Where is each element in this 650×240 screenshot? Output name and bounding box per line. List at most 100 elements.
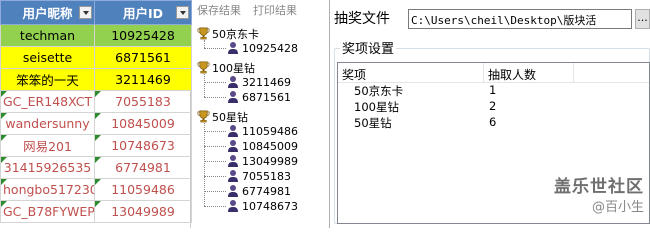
tree-node-label: 10845009	[242, 140, 298, 153]
tree-connector	[204, 161, 226, 162]
sheet-row: seisette 6871561	[0, 46, 192, 69]
tree-node-label: 6871561	[242, 91, 291, 104]
header-label: 用户ID	[122, 6, 164, 21]
tree-connector	[204, 82, 226, 83]
tree-node-label: 50星钻	[212, 111, 248, 124]
tree-node-prize[interactable]: 100星钻	[197, 60, 255, 76]
cell-nickname[interactable]: 31415926535	[0, 156, 95, 179]
prize-row[interactable]: 100星钻 2	[338, 99, 649, 115]
tree-connector	[204, 176, 226, 177]
tree-connector	[204, 191, 226, 192]
user-icon	[227, 169, 239, 182]
header-cell-userid[interactable]: 用户ID	[94, 0, 192, 25]
tree-node-user[interactable]: 10845009	[227, 139, 298, 153]
user-icon	[227, 75, 239, 88]
cell-userid[interactable]: 7055183	[94, 90, 192, 113]
file-path-input[interactable]: C:\Users\cheil\Desktop\版块活	[408, 9, 632, 29]
user-icon	[227, 184, 239, 197]
prize-count: 2	[489, 99, 497, 113]
cell-nickname[interactable]: seisette	[0, 46, 95, 69]
tree-node-label: 10925428	[242, 42, 298, 55]
cell-nickname[interactable]: 网易201	[0, 134, 95, 157]
cell-userid[interactable]: 10748673	[94, 134, 192, 157]
prize-row[interactable]: 50星钻 6	[338, 115, 649, 131]
tree-connector	[204, 146, 226, 147]
header-cell-nickname[interactable]: 用户昵称	[0, 0, 95, 25]
tree-connector	[204, 123, 205, 206]
sheet-row: GC_ER148XCT 7055183	[0, 90, 192, 113]
user-icon	[227, 199, 239, 212]
browse-button[interactable]: ...	[635, 9, 650, 29]
settings-pane: 抽奖文件 C:\Users\cheil\Desktop\版块活 ... 奖项设置…	[330, 0, 650, 228]
user-icon	[227, 139, 239, 152]
cell-userid[interactable]: 10925428	[94, 24, 192, 47]
cell-userid[interactable]: 11059486	[94, 178, 192, 201]
cell-nickname[interactable]: techman	[0, 24, 95, 47]
sheet-row: 网易201 10748673	[0, 134, 192, 157]
cell-userid[interactable]: 6871561	[94, 46, 192, 69]
cell-nickname[interactable]: GC_B78FYWEP	[0, 200, 95, 223]
tree-connector	[204, 97, 226, 98]
prize-count: 6	[489, 115, 497, 129]
cell-userid[interactable]: 3211469	[94, 68, 192, 91]
tree-node-label: 50京东卡	[212, 28, 259, 41]
tree-node-user[interactable]: 6871561	[227, 90, 291, 104]
trophy-icon	[197, 61, 210, 74]
tree-node-user[interactable]: 6774981	[227, 184, 291, 198]
tree-node-user[interactable]: 7055183	[227, 169, 291, 183]
tree-connector	[204, 40, 205, 48]
result-pane: 保存结果 打印结果 50京东卡 10925428 100星钻 3211469 68715…	[191, 0, 330, 228]
sheet-row: hongbo517230 11059486	[0, 178, 192, 201]
tree-node-user[interactable]: 10748673	[227, 199, 298, 213]
user-icon	[227, 41, 239, 54]
tree-connector	[204, 131, 226, 132]
sheet-row: 31415926535 6774981	[0, 156, 192, 179]
cell-nickname[interactable]: hongbo517230	[0, 178, 95, 201]
tree-node-label: 11059486	[242, 125, 298, 138]
prize-list-header: 奖项 抽取人数	[338, 63, 649, 83]
tree-node-user[interactable]: 13049989	[227, 154, 298, 168]
filter-dropdown-icon[interactable]	[79, 6, 92, 19]
cell-nickname[interactable]: 笨笨的一天	[0, 68, 95, 91]
tab-print-result[interactable]: 打印结果	[247, 0, 303, 18]
trophy-icon	[197, 27, 210, 40]
file-label: 抽奖文件	[334, 11, 390, 27]
prize-row[interactable]: 50京东卡 1	[338, 83, 649, 99]
tree-node-label: 10748673	[242, 200, 298, 213]
tree-node-user[interactable]: 11059486	[227, 124, 298, 138]
column-header-count[interactable]: 抽取人数	[484, 63, 574, 82]
prize-name: 100星钻	[354, 100, 399, 114]
column-header-prize[interactable]: 奖项	[338, 63, 484, 82]
tree-connector	[204, 206, 226, 207]
sheet-row: techman 10925428	[0, 24, 192, 47]
sort-filter-icon[interactable]	[176, 6, 189, 19]
watermark-logo: 盖乐世社区	[554, 177, 644, 197]
cell-userid[interactable]: 6774981	[94, 156, 192, 179]
tab-save-result[interactable]: 保存结果	[191, 0, 247, 18]
prize-name: 50京东卡	[354, 84, 404, 98]
watermark-author: @百小生	[591, 200, 644, 215]
cell-nickname[interactable]: wandersunny	[0, 112, 95, 135]
tree-node-user[interactable]: 10925428	[227, 41, 298, 55]
tree-node-label: 7055183	[242, 170, 291, 183]
cell-userid[interactable]: 10845009	[94, 112, 192, 135]
header-label: 用户昵称	[22, 6, 73, 21]
prize-name: 50星钻	[354, 116, 392, 130]
trophy-icon	[197, 110, 210, 123]
sheet-header-row: 用户昵称 用户ID	[0, 0, 192, 25]
sheet-row: wandersunny 10845009	[0, 112, 192, 135]
tree-node-label: 100星钻	[212, 62, 255, 75]
prize-settings-label: 奖项设置	[340, 38, 397, 57]
spreadsheet: 用户昵称 用户ID techman 10925428 seisette 6871561…	[0, 0, 192, 228]
user-icon	[227, 154, 239, 167]
tree-node-label: 6774981	[242, 185, 291, 198]
prize-count: 1	[489, 83, 497, 97]
sheet-row: GC_B78FYWEP 13049989	[0, 200, 192, 223]
tree-connector	[204, 74, 205, 97]
tree-node-prize[interactable]: 50京东卡	[197, 26, 259, 42]
tree-node-user[interactable]: 3211469	[227, 75, 291, 89]
cell-nickname[interactable]: GC_ER148XCT	[0, 90, 95, 113]
result-tabs: 保存结果 打印结果	[191, 0, 329, 18]
cell-userid[interactable]: 13049989	[94, 200, 192, 223]
tree-connector	[204, 48, 226, 49]
